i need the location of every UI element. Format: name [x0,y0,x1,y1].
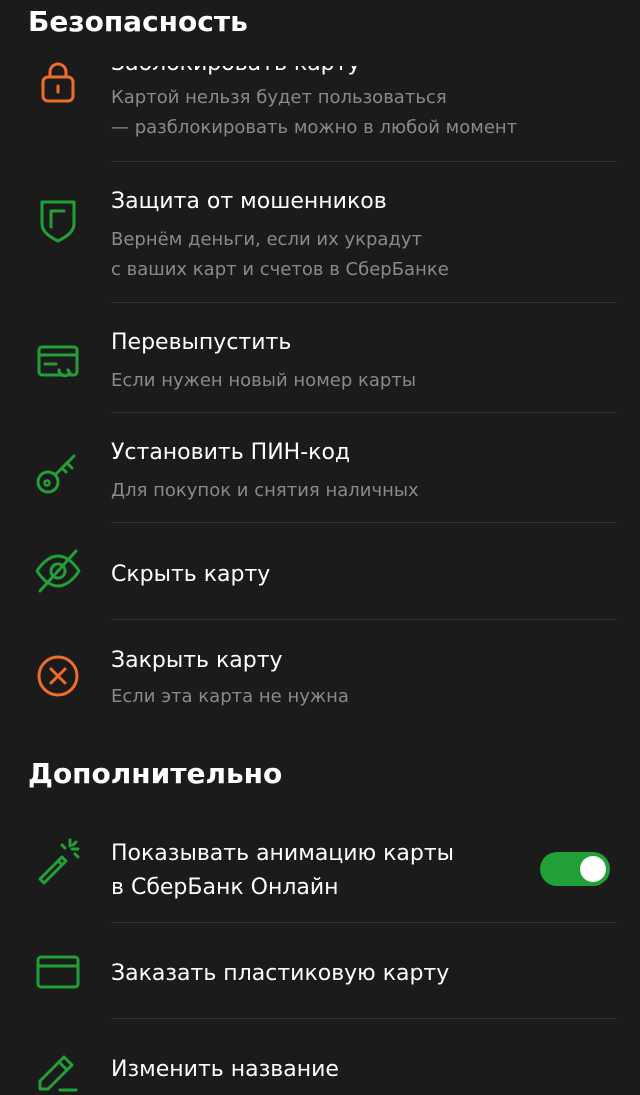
menu-item-reissue[interactable]: Перевыпустить Если нужен новый номер кар… [0,303,640,413]
menu-item-title: Показывать анимацию карты [111,841,455,866]
card-animation-toggle[interactable] [540,852,610,886]
menu-item-fraud-protection[interactable]: Защита от мошенников Вернём деньги, если… [0,162,640,303]
card-icon [34,948,82,996]
menu-item-subtitle: Для покупок и снятия наличных [111,480,419,501]
card-reissue-icon [34,337,82,385]
menu-item-title: Изменить название [111,1057,339,1082]
menu-item-card-animation[interactable]: Показывать анимацию карты в СберБанк Онл… [0,822,640,922]
lock-icon [34,58,82,106]
menu-item-title: в СберБанк Онлайн [111,875,339,900]
menu-item-set-pin[interactable]: Установить ПИН-код Для покупок и снятия … [0,413,640,523]
menu-item-subtitle: — разблокировать можно в любой момент [111,117,518,138]
menu-item-title: Закрыть карту [111,648,283,673]
menu-item-close-card[interactable]: Закрыть карту Если эта карта не нужна [0,620,640,732]
toggle-knob [580,856,606,882]
eye-crossed-icon [34,547,82,595]
menu-item-hide-card[interactable]: Скрыть карту [0,523,640,620]
section-title-additional: Дополнительно [28,757,283,790]
shield-icon [34,196,82,244]
menu-item-subtitle: Картой нельзя будет пользоваться [111,87,447,108]
menu-item-subtitle: с ваших карт и счетов в СберБанке [111,259,449,280]
magic-wand-icon [34,837,82,885]
menu-item-title: Перевыпустить [111,330,292,355]
key-icon [34,447,82,495]
menu-item-order-plastic-card[interactable]: Заказать пластиковую карту [0,923,640,1019]
menu-item-subtitle: Если эта карта не нужна [111,686,349,707]
menu-item-title: Скрыть карту [111,562,271,587]
close-circle-icon [34,652,82,700]
menu-item-title: Защита от мошенников [111,189,387,214]
menu-item-subtitle: Вернём деньги, если их украдут [111,229,423,250]
menu-item-title: Заказать пластиковую карту [111,961,450,986]
pencil-icon [34,1047,82,1095]
section-title-security: Безопасность [28,5,248,38]
menu-item-rename[interactable]: Изменить название [0,1019,640,1093]
menu-item-subtitle: Если нужен новый номер карты [111,370,417,391]
menu-item-title: Установить ПИН-код [111,440,351,465]
menu-item-block-card[interactable]: Заблокировать карту Картой нельзя будет … [0,52,640,162]
menu-item-title: Заблокировать карту [111,51,361,76]
